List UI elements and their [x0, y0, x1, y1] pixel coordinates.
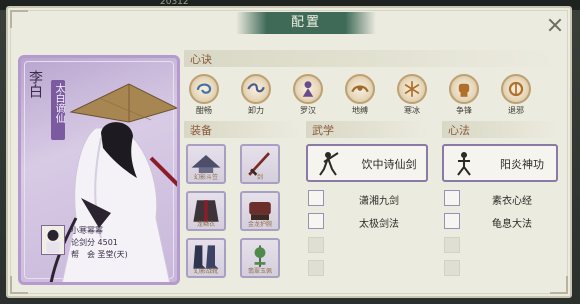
equipment-slot[interactable]: 幻影战靴 — [186, 238, 226, 278]
player-faction: 帮 会 圣堂(天) — [71, 250, 128, 259]
bamboo-hat-icon — [69, 83, 177, 123]
corner-ornament — [10, 10, 28, 28]
ward-icon — [501, 74, 531, 104]
fist-stance-icon — [457, 152, 471, 176]
empty-skill-slot[interactable] — [444, 237, 460, 253]
skill-item[interactable]: 寒冰 — [395, 74, 429, 116]
sword-dancer-icon — [319, 152, 339, 176]
equipment-slot[interactable]: 剑 — [240, 144, 280, 184]
martial-mini-icon — [308, 213, 324, 229]
heart-secondary-skill[interactable]: 素衣心经 — [444, 190, 556, 208]
section-title: 心法 — [448, 124, 470, 137]
character-card[interactable]: 李白 太白谪仙 小寒幂幂 论剑分 4501 帮 会 圣堂(天) — [18, 55, 180, 285]
wave-icon — [241, 74, 271, 104]
equipment-label: 龙鳞衣 — [196, 221, 215, 228]
equipment-slot[interactable]: 翡翠玉佩 — [240, 238, 280, 278]
section-title: 装备 — [190, 124, 212, 137]
corner-ornament — [550, 276, 568, 294]
empty-skill-slot[interactable] — [308, 237, 324, 253]
equipment-slot[interactable]: 龙鳞衣 — [186, 191, 226, 231]
section-header-xinfa: 心法 — [442, 121, 558, 138]
heart-mini-icon — [444, 190, 460, 206]
skill-item[interactable]: 争锋 — [447, 74, 481, 116]
martial-mini-icon — [308, 190, 324, 206]
skill-item[interactable]: 地缚 — [343, 74, 377, 116]
heart-main-name: 阳炎神功 — [500, 158, 544, 171]
ground-icon — [345, 74, 375, 104]
heart-secondary-name: 龟息大法 — [492, 219, 532, 230]
player-info: 小寒幂幂 论剑分 4501 帮 会 圣堂(天) — [41, 223, 166, 267]
equipment-label: 金龙护腕 — [247, 221, 272, 228]
heart-secondary-skill[interactable]: 龟息大法 — [444, 213, 556, 231]
player-avatar-icon — [46, 229, 60, 253]
monk-icon — [293, 74, 323, 104]
skill-label: 卸力 — [248, 106, 264, 115]
section-title: 武学 — [312, 124, 334, 137]
skill-label: 罗汉 — [300, 106, 316, 115]
empty-skill-slot[interactable] — [308, 260, 324, 276]
skill-label: 地缚 — [352, 106, 368, 115]
martial-secondary-skill[interactable]: 太极剑法 — [308, 213, 426, 231]
martial-secondary-name: 太极剑法 — [359, 219, 399, 230]
title-badge-text: 太白谪仙 — [53, 83, 64, 123]
game-scene: 20312 配置 李白 太白谪仙 小寒幂幂 论剑分 4501 帮 会 圣堂(天)… — [0, 0, 580, 304]
skill-label: 退邪 — [508, 106, 524, 115]
skill-label: 寒冰 — [404, 106, 420, 115]
window-title: 配置 — [290, 15, 321, 30]
section-title: 心诀 — [190, 53, 212, 66]
empty-skill-slot[interactable] — [444, 260, 460, 276]
skill-item[interactable]: 退邪 — [499, 74, 533, 116]
player-nickname: 小寒幂幂 — [71, 226, 103, 235]
player-sword-score: 论剑分 4501 — [71, 238, 118, 247]
section-header-zhuangbei: 装备 — [184, 121, 300, 138]
equipment-label: 剑 — [256, 174, 263, 181]
equipment-label: 幻影战靴 — [193, 268, 218, 275]
heart-main-skill[interactable]: 阳炎神功 — [442, 144, 558, 182]
fist-icon — [449, 74, 479, 104]
avatar[interactable] — [41, 225, 65, 255]
martial-main-name: 饮中诗仙剑 — [361, 158, 417, 171]
heart-mini-icon — [444, 213, 460, 229]
skill-label: 酣畅 — [196, 106, 212, 115]
ice-icon — [397, 74, 427, 104]
title-badge: 太白谪仙 — [51, 80, 65, 140]
character-name: 李白 — [27, 70, 43, 98]
martial-main-skill[interactable]: 饮中诗仙剑 — [306, 144, 428, 182]
config-panel: 配置 李白 太白谪仙 小寒幂幂 论剑分 4501 帮 会 圣堂(天) 心诀 酣畅… — [6, 6, 572, 298]
equipment-label: 幻影斗笠 — [193, 174, 218, 181]
swirl-icon — [189, 74, 219, 104]
window-title-bar: 配置 — [236, 12, 376, 34]
skill-item[interactable]: 酣畅 — [187, 74, 221, 116]
equipment-slot[interactable]: 金龙护腕 — [240, 191, 280, 231]
close-icon[interactable] — [548, 18, 562, 32]
heart-secondary-name: 素衣心经 — [492, 196, 532, 207]
equipment-label: 翡翠玉佩 — [247, 268, 272, 275]
skill-item[interactable]: 罗汉 — [291, 74, 325, 116]
skill-label: 争锋 — [456, 106, 472, 115]
martial-secondary-name: 潇湘九剑 — [359, 196, 399, 207]
skill-item[interactable]: 卸力 — [239, 74, 273, 116]
equipment-slot[interactable]: 幻影斗笠 — [186, 144, 226, 184]
section-header-xinjue: 心诀 — [184, 50, 558, 67]
martial-secondary-skill[interactable]: 潇湘九剑 — [308, 190, 426, 208]
section-header-wuxue: 武学 — [306, 121, 428, 138]
